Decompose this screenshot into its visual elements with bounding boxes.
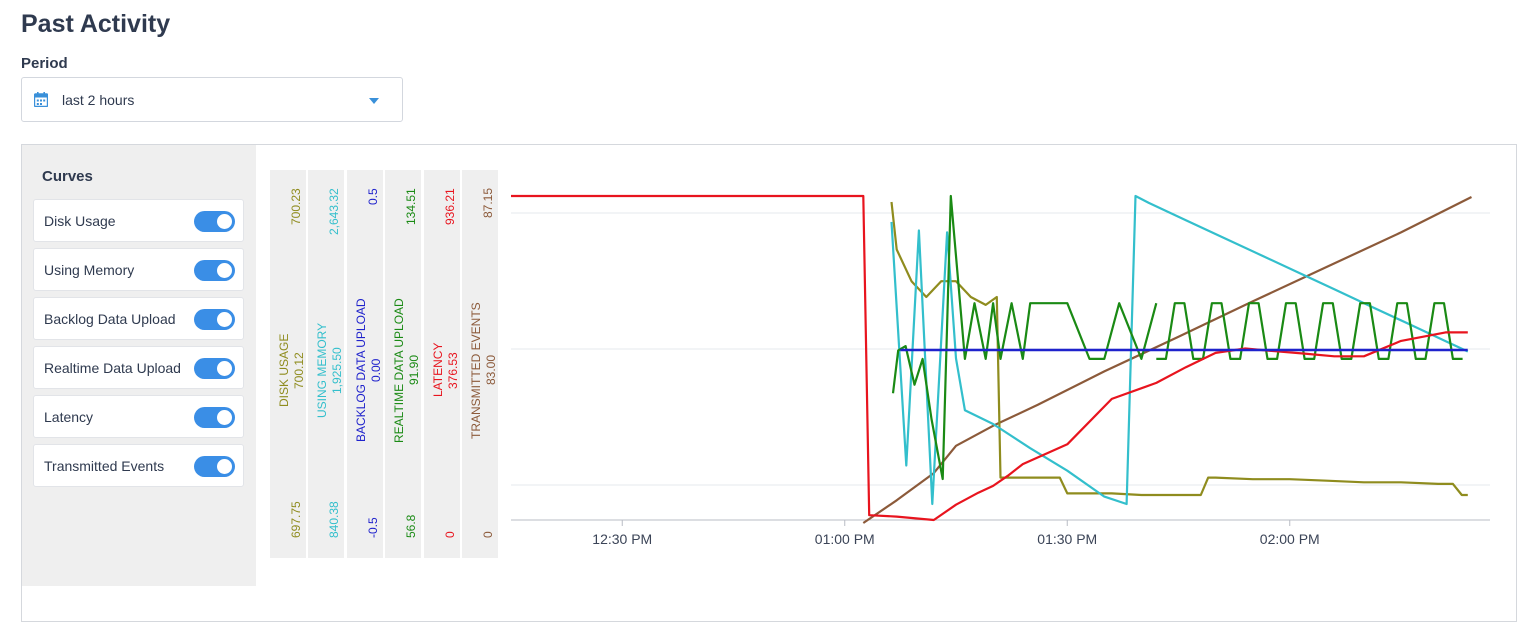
axis-column: 936.21 0 376.53 LATENCY [423, 170, 460, 558]
period-label: Period [21, 55, 68, 72]
chevron-down-icon [369, 98, 379, 104]
series-latency [511, 194, 1468, 522]
curve-label: Transmitted Events [44, 458, 165, 474]
axis-min-label: -0.5 [365, 517, 380, 538]
axis-min-label: 56.8 [404, 514, 419, 538]
axis-name-label: REALTIME DATA UPLOAD [392, 297, 407, 443]
axis-name-label: LATENCY [430, 342, 445, 397]
toggle-switch[interactable] [194, 456, 235, 477]
toggle-switch[interactable] [194, 211, 235, 232]
curves-sidebar: Curves Disk Usage Using Memory Backlog D… [22, 145, 256, 586]
curve-item-using-memory[interactable]: Using Memory [33, 248, 244, 291]
toggle-switch[interactable] [194, 260, 235, 281]
axis-max-label: 134.51 [404, 188, 419, 225]
axis-name-label: BACKLOG DATA UPLOAD [353, 298, 368, 442]
curve-item-disk-usage[interactable]: Disk Usage [33, 199, 244, 242]
curve-item-backlog-data-upload[interactable]: Backlog Data Upload [33, 297, 244, 340]
toggle-switch[interactable] [194, 358, 235, 379]
axis-mid-label: 1,925.50 [330, 346, 345, 394]
axis-mid-label: 91.90 [407, 354, 422, 385]
x-tick-label: 01:00 PM [815, 531, 875, 547]
axis-column: 0.5 -0.5 0.00 BACKLOG DATA UPLOAD [346, 170, 383, 558]
axis-column: 2,643.32 840.38 1,925.50 USING MEMORY [308, 170, 345, 558]
toggle-switch[interactable] [194, 407, 235, 428]
axis-min-label: 697.75 [289, 501, 303, 538]
x-tick-label: 12:30 PM [592, 531, 652, 547]
calendar-icon [34, 92, 48, 107]
curve-label: Realtime Data Upload [44, 360, 181, 376]
curves-title: Curves [42, 168, 93, 185]
curve-label: Latency [44, 409, 94, 425]
axis-column: 700.23 697.75 700.12 DISK USAGE [270, 170, 306, 558]
toggle-switch[interactable] [194, 309, 235, 330]
axis-max-label: 700.23 [289, 188, 303, 225]
axis-mid-label: 700.12 [292, 351, 306, 389]
period-value: last 2 hours [62, 92, 135, 108]
axis-max-label: 0.5 [365, 188, 380, 205]
axis-name-label: USING MEMORY [315, 322, 330, 418]
curve-item-transmitted-events[interactable]: Transmitted Events [33, 444, 244, 487]
axis-mid-label: 0.00 [368, 358, 383, 382]
period-select[interactable]: last 2 hours [21, 77, 403, 122]
axis-column: 134.51 56.8 91.90 REALTIME DATA UPLOAD [385, 170, 422, 558]
toggle-knob [217, 214, 232, 229]
axis-min-label: 0 [442, 531, 457, 538]
line-chart: 12:30 PM 01:00 PM 01:30 PM 02:00 PM [511, 194, 1490, 547]
axis-name-label: TRANSMITTED EVENTS [469, 301, 483, 439]
toggle-knob [217, 410, 232, 425]
axis-min-label: 840.38 [327, 501, 342, 538]
toggle-knob [217, 361, 232, 376]
page-title: Past Activity [21, 10, 171, 38]
curve-item-realtime-data-upload[interactable]: Realtime Data Upload [33, 346, 244, 389]
axis-max-label: 2,643.32 [327, 188, 342, 235]
x-tick-label: 01:30 PM [1037, 531, 1097, 547]
curve-label: Backlog Data Upload [44, 311, 176, 327]
toggle-knob [217, 312, 232, 327]
toggle-knob [217, 459, 232, 474]
curve-item-latency[interactable]: Latency [33, 395, 244, 438]
curve-label: Using Memory [44, 262, 135, 278]
x-tick-label: 02:00 PM [1260, 531, 1320, 547]
axes-strip: 700.23 697.75 700.12 DISK USAGE 2,643.32 840.… [270, 170, 498, 558]
toggle-knob [217, 263, 232, 278]
axis-max-label: 936.21 [442, 188, 457, 225]
curve-label: Disk Usage [44, 213, 116, 229]
axis-name-label: DISK USAGE [277, 333, 291, 407]
axis-mid-label: 376.53 [445, 351, 460, 389]
series-realtime-data-upload [891, 194, 1158, 481]
